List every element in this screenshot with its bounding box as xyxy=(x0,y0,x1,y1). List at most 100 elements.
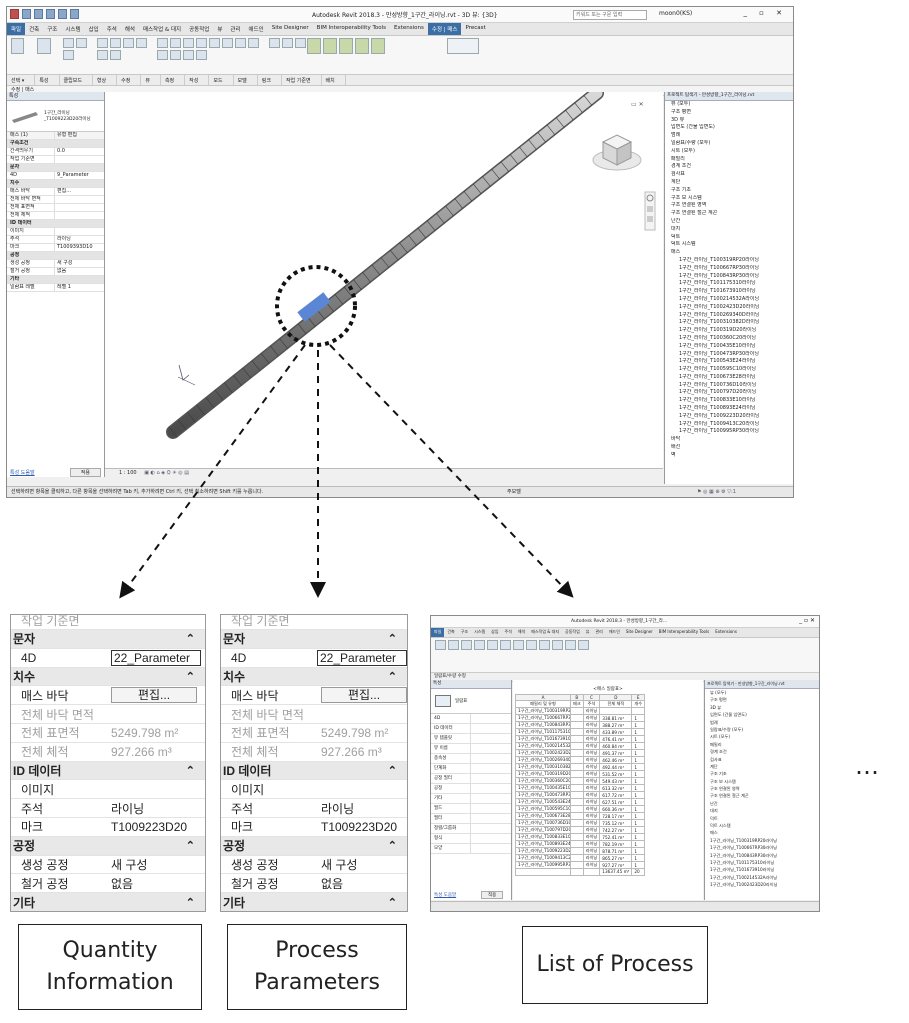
schedule-row[interactable]: 1구간_라이닝_T100473RP30 라이닝 617.72 m³ 1 xyxy=(515,791,646,800)
4d-parameter-input[interactable]: 22_Parameter xyxy=(111,649,201,666)
schedule-prop-row[interactable]: 뷰 템플릿 xyxy=(431,734,511,744)
schedule-cell[interactable]: 742.27 m³ xyxy=(599,826,633,835)
schedule-cell[interactable]: 1구간_라이닝_T100843RP30 xyxy=(515,721,571,730)
schedule-browser-item[interactable]: 패밀리 xyxy=(710,741,819,748)
zoom-property-row[interactable]: 마크 T1009223D20 xyxy=(11,818,205,837)
schedule-cell[interactable]: 라이닝 xyxy=(582,861,601,870)
schedule-cell[interactable] xyxy=(570,833,584,842)
zoom-property-row[interactable]: 마크 T1009223D20 xyxy=(221,818,407,837)
schedule-row[interactable]: 1구간_라이닝_T100319D20 라이닝 531.52 m³ 1 xyxy=(515,770,646,779)
schedule-cell[interactable]: 라이닝 xyxy=(582,749,601,758)
schedule-tool-icon[interactable] xyxy=(474,640,485,650)
schedule-browser-item[interactable]: 구조 기초 xyxy=(710,770,819,777)
schedule-cell[interactable]: 1구간_라이닝_T1009413C20 xyxy=(515,854,571,863)
collapse-caret-icon[interactable]: ⌃ xyxy=(186,632,205,645)
schedule-browser-item[interactable]: 1구간_라이닝_T100667RP30라이닝 xyxy=(710,844,819,851)
schedule-ribbon-tab[interactable]: 구조 xyxy=(458,628,471,637)
schedule-cell[interactable] xyxy=(570,763,584,772)
schedule-browser-item[interactable]: 1구간_라이닝_T101673910라이닝 xyxy=(710,866,819,873)
schedule-cell[interactable]: 1구간_라이닝_T100214532A xyxy=(515,742,571,751)
schedule-browser-item[interactable]: 1구간_라이닝_T101175310라이닝 xyxy=(710,859,819,866)
zoom-property-row[interactable]: 매스 바닥 편집... xyxy=(221,686,407,706)
schedule-cell[interactable]: 1 xyxy=(631,756,646,765)
schedule-cell[interactable] xyxy=(570,721,584,730)
schedule-prop-row[interactable]: 기타 xyxy=(431,794,511,804)
schedule-cell[interactable]: 라이닝 xyxy=(582,833,601,842)
schedule-cell[interactable]: 1구간_라이닝_T100893E24 xyxy=(515,840,571,849)
schedule-cell[interactable] xyxy=(570,742,584,751)
zoom-property-row[interactable]: 전체 바닥 면적 xyxy=(221,705,407,724)
schedule-row[interactable]: 13637.45 m³ 20 xyxy=(515,868,646,876)
schedule-row[interactable]: 1구간_라이닝_T1009223D20 라이닝 878.71 m³ 1 xyxy=(515,847,646,856)
schedule-cell[interactable] xyxy=(570,784,584,793)
schedule-cell[interactable]: 613.32 m³ xyxy=(599,784,633,793)
schedule-prop-row[interactable]: 단계화 xyxy=(431,764,511,774)
schedule-cell[interactable]: 1 xyxy=(631,798,646,807)
schedule-ribbon-tab[interactable]: 삽입 xyxy=(488,628,501,637)
schedule-cell[interactable]: 라이닝 xyxy=(582,756,601,765)
schedule-prop-value[interactable] xyxy=(471,784,511,793)
schedule-ribbon-tab[interactable]: 건축 xyxy=(444,628,457,637)
schedule-row[interactable]: 1구간_라이닝_T100319RP20 라이닝 xyxy=(515,707,646,716)
schedule-browser-item[interactable]: 구조 보 시스템 xyxy=(710,778,819,785)
schedule-row[interactable]: 1구간_라이닝_T100797D20 라이닝 742.27 m³ 1 xyxy=(515,826,646,835)
zoom-property-row[interactable]: 이미지 xyxy=(221,780,407,800)
schedule-cell[interactable]: 1구간_라이닝_T100995RP30 xyxy=(515,861,571,870)
schedule-cell[interactable]: 531.52 m³ xyxy=(599,770,633,779)
schedule-browser-item[interactable]: 경계 조건 xyxy=(710,748,819,755)
zoom-property-row[interactable]: 전체 체적 927.266 m³ xyxy=(11,743,205,762)
schedule-prop-row[interactable]: 형식 xyxy=(431,834,511,844)
schedule-cell[interactable] xyxy=(599,707,633,716)
zoom-property-row[interactable]: 전체 표면적 5249.798 m² xyxy=(11,724,205,743)
schedule-cell[interactable]: 491.37 m³ xyxy=(599,749,633,758)
schedule-tool-icon[interactable] xyxy=(500,640,511,650)
schedule-prop-value[interactable] xyxy=(471,754,511,763)
schedule-cell[interactable]: 라이닝 xyxy=(582,826,601,835)
schedule-browser-item[interactable]: 구조 평면 xyxy=(710,696,819,703)
schedule-cell[interactable]: 752.41 m³ xyxy=(599,833,633,842)
schedule-row[interactable]: 1구간_라이닝_T100667RP30 라이닝 338.81 m³ 1 xyxy=(515,714,646,723)
schedule-cell[interactable] xyxy=(570,847,584,856)
schedule-cell[interactable]: 1구간_라이닝_T101673910 xyxy=(515,735,571,744)
column-header[interactable]: 매크 xyxy=(570,700,584,709)
schedule-browser-item[interactable]: 검사표 xyxy=(710,756,819,763)
collapse-caret-icon[interactable]: ⌃ xyxy=(388,670,407,683)
schedule-ribbon-tab[interactable]: BIM Interoperability Tools xyxy=(656,628,712,637)
schedule-cell[interactable]: 1 xyxy=(631,819,646,828)
schedule-cell[interactable]: 462.46 m³ xyxy=(599,756,633,765)
schedule-cell[interactable] xyxy=(515,868,571,876)
schedule-ribbon-tab[interactable]: 시스템 xyxy=(471,628,488,637)
schedule-prop-value[interactable] xyxy=(471,804,511,813)
schedule-cell[interactable]: 1 xyxy=(631,749,646,758)
schedule-row[interactable]: 1구간_라이닝_T1009413C20 라이닝 865.27 m³ 1 xyxy=(515,854,646,863)
schedule-browser-item[interactable]: 입면도 (간물 입면도) xyxy=(710,711,819,718)
schedule-cell[interactable] xyxy=(570,777,584,786)
schedule-cell[interactable]: 433.89 m³ xyxy=(599,728,633,737)
schedule-cell[interactable] xyxy=(570,728,584,737)
schedule-cell[interactable]: 1 xyxy=(631,791,646,800)
schedule-cell[interactable]: 627.51 m³ xyxy=(599,798,633,807)
schedule-cell[interactable]: 1 xyxy=(631,861,646,870)
schedule-row[interactable]: 1구간_라이닝_T100736D10 라이닝 735.12 m³ 1 xyxy=(515,819,646,828)
schedule-cell[interactable]: 1 xyxy=(631,854,646,863)
schedule-cell[interactable] xyxy=(570,714,584,723)
collapse-caret-icon[interactable]: ⌃ xyxy=(388,764,407,777)
schedule-prop-value[interactable] xyxy=(471,744,511,753)
schedule-row[interactable]: 1구간_라이닝_T100435E10 라이닝 613.32 m³ 1 xyxy=(515,784,646,793)
schedule-prop-value[interactable] xyxy=(471,814,511,823)
schedule-cell[interactable]: 1구간_라이닝_T100736D10 xyxy=(515,819,571,828)
column-header[interactable]: 패밀리 및 유형 xyxy=(515,700,571,709)
schedule-cell[interactable]: 라이닝 xyxy=(582,840,601,849)
schedule-cell[interactable] xyxy=(570,812,584,821)
schedule-browser-item[interactable]: 계단 xyxy=(710,763,819,770)
schedule-cell[interactable]: 라이닝 xyxy=(582,784,601,793)
zoom-property-row[interactable]: 전체 표면적 5249.798 m² xyxy=(221,724,407,743)
schedule-cell[interactable]: 라이닝 xyxy=(582,721,601,730)
schedule-row[interactable]: 1구간_라이닝_T100833E10 라이닝 752.41 m³ 1 xyxy=(515,833,646,842)
schedule-cell[interactable]: 617.72 m³ xyxy=(599,791,633,800)
schedule-browser-item[interactable]: 1구간_라이닝_T100319RP20라이닝 xyxy=(710,837,819,844)
schedule-cell[interactable]: 476.41 m³ xyxy=(599,735,633,744)
schedule-prop-row[interactable]: 필터 xyxy=(431,814,511,824)
schedule-cell[interactable] xyxy=(570,854,584,863)
schedule-cell[interactable]: 728.17 m³ xyxy=(599,812,633,821)
